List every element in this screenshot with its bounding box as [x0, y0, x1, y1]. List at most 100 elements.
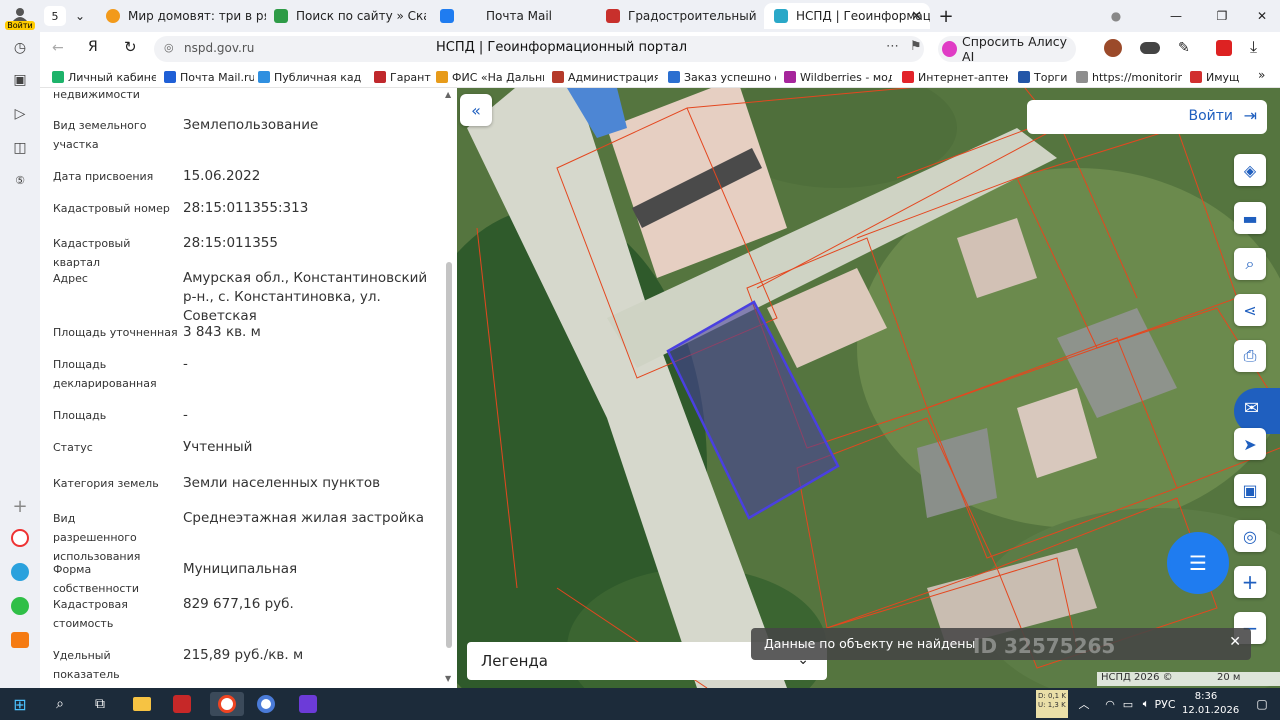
more-icon[interactable]: ⋯ [886, 39, 899, 54]
tab-bar: 5 ⌄ Мир домовят: три в ряд Поиск по сайт… [40, 0, 1280, 32]
tab-favicon-icon [106, 9, 120, 23]
browser-sidebar: Войти ◷ ▣ ▷ ◫ ⑤ + [0, 0, 40, 688]
mail-app-icon[interactable] [8, 628, 32, 652]
bookmark-item[interactable]: Wildberries - моде [784, 69, 892, 85]
login-button[interactable]: Войти ⇥ [1027, 100, 1267, 134]
field-value: Земли населенных пунктов [183, 475, 381, 491]
bookmark-item[interactable]: Гарант [374, 69, 432, 85]
ruler-button[interactable]: ▬ [1234, 202, 1266, 234]
parcel-info-panel: недвижимости Вид земельного участка Земле… [40, 88, 456, 688]
field-value: - [183, 407, 188, 423]
bookmark-item[interactable]: Администрация К [552, 69, 658, 85]
search-icon[interactable]: ⌕ [46, 692, 74, 716]
explorer-icon[interactable] [128, 692, 156, 716]
bookmark-item[interactable]: https://monitoring [1076, 69, 1182, 85]
clock[interactable]: 8:36 12.01.2026 [1182, 690, 1239, 718]
start-button[interactable]: ⊞ [6, 692, 34, 716]
minimize-icon[interactable]: — [1166, 3, 1186, 29]
satellite-map [457, 88, 1280, 688]
app-red-icon[interactable] [168, 692, 196, 716]
add-panel-icon[interactable]: + [8, 494, 32, 518]
bookmark-favicon-icon [436, 71, 448, 83]
tab-count-badge[interactable]: 5 [44, 6, 66, 26]
tab-1[interactable]: Поиск по сайту » Скачать [274, 3, 426, 29]
app-purple-icon[interactable] [294, 692, 322, 716]
restore-icon[interactable]: ❐ [1212, 3, 1232, 29]
new-tab-button[interactable]: + [936, 3, 956, 29]
site-info-icon[interactable]: ◎ [164, 41, 174, 54]
profile-button[interactable]: Войти [5, 4, 35, 32]
profile-small-icon[interactable]: ● [1106, 3, 1126, 29]
bookmark-favicon-icon [1018, 71, 1030, 83]
tab-2[interactable]: Почта Mail [440, 3, 590, 29]
tab-favicon-icon [440, 9, 454, 23]
whatsapp-icon[interactable] [8, 594, 32, 618]
share-button[interactable]: ⋖ [1234, 294, 1266, 326]
url-field[interactable]: ◎ nspd.gov.ru НСПД | Геоинформационный п… [154, 36, 924, 62]
ruler-icon: ▬ [1242, 208, 1258, 228]
app-icon-1[interactable] [8, 526, 32, 550]
field-label: Дата присвоения [53, 170, 154, 183]
downloads-icon[interactable]: ⤓ [1250, 37, 1257, 57]
close-toast-icon[interactable]: ✕ [1229, 634, 1241, 650]
bookmark-item[interactable]: Почта Mail.ru [164, 69, 254, 85]
bookmark-favicon-icon [668, 71, 680, 83]
language-indicator[interactable]: РУС [1150, 692, 1180, 716]
tray-chevron-icon[interactable]: ︿ [1070, 692, 1098, 716]
chat-button[interactable]: ☰ [1167, 532, 1229, 594]
zoom-in-button[interactable]: + [1234, 566, 1266, 598]
bookmark-item[interactable]: Торги [1018, 69, 1078, 85]
collapse-panel-button[interactable]: « [460, 94, 492, 126]
bookmark-favicon-icon [1190, 71, 1202, 83]
telegram-icon[interactable] [8, 560, 32, 584]
back-icon[interactable]: ← [52, 40, 64, 56]
bookmark-item[interactable]: Имущ [1190, 69, 1250, 85]
layers-button[interactable]: ◈ [1234, 154, 1266, 186]
bookmark-item[interactable]: Публичная кадас [258, 69, 362, 85]
bookmark-item[interactable]: Личный кабинет [52, 69, 156, 85]
yandex-browser-taskbar-icon[interactable] [210, 692, 244, 716]
video-icon[interactable]: ▷ [8, 102, 32, 126]
reload-icon[interactable]: ↻ [124, 38, 137, 56]
bookmark-item[interactable]: ФИС «На Дальни [436, 69, 544, 85]
minimap-icon: ▣ [1242, 480, 1258, 500]
map-view[interactable]: « Войти ⇥ ◈ ▬ ⌕ ⋖ ⎙ ✉ ➤ ▣ ◎ ☰ + − Легенд… [457, 88, 1280, 688]
scroll-down-icon[interactable]: ▼ [445, 674, 451, 683]
collections-icon[interactable]: ▣ [8, 68, 32, 92]
ask-alice-button[interactable]: Спросить Алису AI [938, 34, 1076, 64]
extension-icon-3[interactable]: ✎ [1178, 40, 1190, 56]
extension-icon-2[interactable] [1140, 42, 1160, 54]
bookmarks-overflow-icon[interactable]: » [1258, 68, 1265, 82]
scroll-up-icon[interactable]: ▲ [445, 90, 451, 99]
print-button[interactable]: ⎙ [1234, 340, 1266, 372]
yandex-icon[interactable]: Я [88, 39, 98, 55]
screenshot-icon[interactable]: ◫ [8, 136, 32, 160]
field-value: 28:15:011355:313 [183, 200, 309, 216]
panel-scrollbar[interactable] [446, 262, 452, 648]
extension-icon-1[interactable] [1104, 39, 1122, 57]
navigate-button[interactable]: ➤ [1234, 428, 1266, 460]
tab-4-active[interactable]: НСПД | Геоинформаци ✕ [764, 3, 930, 29]
bookmarks-bar: Личный кабинет Почта Mail.ru Публичная к… [40, 66, 1280, 88]
bookmark-item[interactable]: Интернет-аптека [902, 69, 1008, 85]
bookmark-item[interactable]: Заказ успешно оф [668, 69, 776, 85]
task-view-icon[interactable]: ⧉ [86, 692, 114, 716]
close-tab-icon[interactable]: ✕ [911, 9, 922, 24]
tab-3[interactable]: Градостроительный план [606, 3, 756, 29]
notifications-icon[interactable]: ▢ [1248, 692, 1276, 716]
tab-0[interactable]: Мир домовят: три в ряд [106, 3, 266, 29]
locate-button[interactable]: ◎ [1234, 520, 1266, 552]
close-window-icon[interactable]: ✕ [1252, 3, 1272, 29]
search-area-button[interactable]: ⌕ [1234, 248, 1266, 280]
field-label: Площадь уточненная [53, 326, 178, 339]
field-label: Площадь [53, 409, 107, 422]
page-title: НСПД | Геоинформационный портал [436, 40, 687, 55]
tab-list-chevron-icon[interactable]: ⌄ [70, 3, 90, 29]
extension-icon-4[interactable] [1216, 40, 1232, 56]
tabs-count-icon[interactable]: ⑤ [8, 168, 32, 192]
minimap-button[interactable]: ▣ [1234, 474, 1266, 506]
history-icon[interactable]: ◷ [8, 36, 32, 60]
chrome-like-icon[interactable] [252, 692, 280, 716]
bookmark-icon[interactable]: ⚑ [910, 39, 922, 54]
bookmark-favicon-icon [258, 71, 270, 83]
